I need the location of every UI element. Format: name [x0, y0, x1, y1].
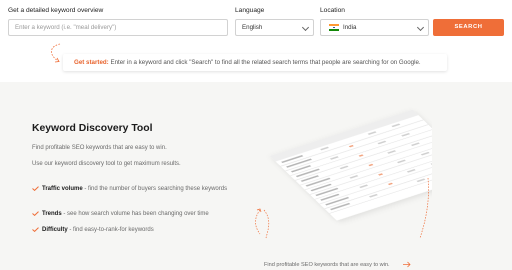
illustration-caption: Find profitable SEO keywords that are ea…	[264, 262, 390, 268]
location-select[interactable]: India	[320, 19, 429, 36]
hero-line-1: Find profitable SEO keywords that are ea…	[32, 145, 167, 151]
location-selected: India	[343, 24, 357, 31]
hero-title: Keyword Discovery Tool	[32, 123, 153, 134]
feature-text: - find the number of buyers searching th…	[82, 186, 228, 192]
dashed-arrow-icon	[255, 208, 262, 235]
feature-text: - see how search volume has been changin…	[61, 211, 209, 217]
tip-title: Get started:	[74, 59, 109, 66]
keyword-table-illustration	[263, 109, 432, 239]
check-icon	[32, 227, 39, 232]
language-selected: English	[242, 24, 263, 31]
hero-line-2: Use our keyword discovery tool to get ma…	[32, 161, 181, 167]
india-flag-icon	[329, 24, 339, 31]
feature-text: - find easy-to-rank-for keywords	[67, 227, 154, 233]
keyword-input-wrapper[interactable]	[8, 19, 228, 36]
tip-text: Enter in a keyword and click "Search" to…	[108, 59, 421, 66]
chevron-down-icon	[301, 23, 310, 32]
check-icon	[32, 211, 39, 216]
location-label: Location	[320, 7, 345, 14]
arrow-right-icon	[403, 261, 411, 268]
feature-bold: Traffic volume	[42, 186, 83, 192]
feature-bold: Trends	[42, 211, 62, 217]
feature-bold: Difficulty	[42, 227, 68, 233]
check-icon	[32, 186, 39, 191]
language-select[interactable]: English	[235, 19, 314, 36]
get-started-tip: Get started: Enter in a keyword and clic…	[63, 54, 447, 71]
chevron-down-icon	[416, 23, 425, 32]
search-button[interactable]: SEARCH	[433, 19, 504, 36]
language-label: Language	[235, 7, 265, 14]
keyword-input[interactable]	[9, 20, 227, 35]
keyword-label: Get a detailed keyword overview	[8, 7, 104, 14]
